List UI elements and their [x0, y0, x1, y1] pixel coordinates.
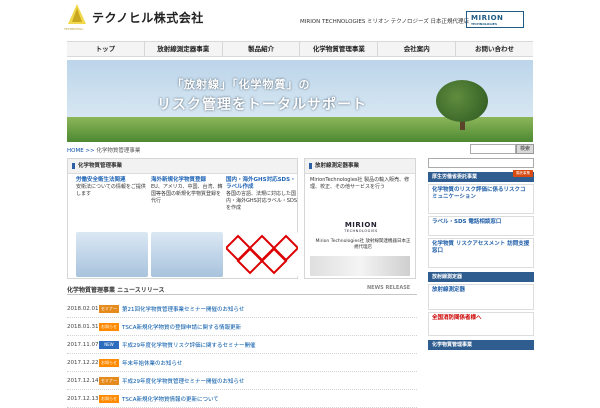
globe-flags-photo — [151, 232, 223, 277]
chem-col-overseas[interactable]: 海外新規化学物質登録 EU、アメリカ、中国、台湾、韓国等各国の新規化学物質登録を… — [151, 177, 223, 277]
nav-company[interactable]: 会社案内 — [378, 42, 457, 56]
sidebar: 厚生労働省委託事業 委託事業 化学物質のリスク評価に係るリスクコミュニケーション… — [428, 158, 534, 398]
news-link[interactable]: TSCA新規化学物質の登録申請に関する情報更新 — [122, 323, 241, 331]
logo-subtext: TECHNOHILL — [64, 27, 84, 31]
sidebar-search-box[interactable] — [428, 158, 534, 168]
radiation-desc: MirionTechnologies社 製品の輸入販売、修理、校正、その他サービ… — [310, 177, 410, 190]
news-subtitle: NEWS RELEASE — [367, 285, 411, 291]
banner-fire[interactable]: 全国消防関係者様へ — [428, 312, 534, 336]
radiation-panel[interactable]: 放射線測定器事業 MirionTechnologies社 製品の輸入販売、修理、… — [304, 158, 416, 279]
chem-col-law-title: 労働安全衛生法関連 — [76, 177, 126, 183]
site-search-input[interactable] — [470, 144, 516, 154]
chem-col-ghs-title: 国内・海外GHS対応SDS・ラベル作成 — [226, 177, 296, 190]
news-link[interactable]: TSCA新規化学物質情報の更新について — [122, 395, 219, 403]
news-title: 化学物質管理事業 ニュースリリース — [67, 287, 165, 294]
hero-headline-1: 「放射線」「化学物質」の — [172, 78, 311, 91]
news-tag: セミナー — [99, 304, 119, 313]
hero-banner: 「放射線」「化学物質」の リスク管理をトータルサポート — [67, 60, 533, 142]
mirion-panel-logo-sub: TECHNOLOGIES — [344, 229, 378, 233]
news-row[interactable]: 2017.11.07 NEW 平成29年度化学物質リスク評価に関するセミナー開催 — [67, 336, 417, 354]
company-logo-icon[interactable] — [66, 3, 88, 27]
news-row[interactable]: 2017.12.22 お知らせ 年末年始休業のお知らせ — [67, 354, 417, 372]
news-divider — [67, 294, 417, 295]
mirion-logo-sub: TECHNOLOGIES — [471, 22, 498, 26]
chem-col-ghs-text: 各国の言語、法規に対応した国内・海外GHS対応ラベル・SDSを作成 — [226, 191, 298, 211]
news-row[interactable]: 2017.12.14 セミナー 平成29年度化学物質管理セミナー開催のお知らせ — [67, 372, 417, 390]
news-link[interactable]: 年末年始休業のお知らせ — [122, 359, 182, 367]
breadcrumb-current: 化学物質管理事業 — [96, 148, 141, 154]
news-date: 2017.11.07 — [67, 341, 99, 348]
hero-headline-2: リスク管理をトータルサポート — [157, 97, 367, 113]
site-search-button[interactable]: 検索 — [516, 144, 534, 154]
breadcrumb-home[interactable]: HOME >> — [67, 148, 95, 154]
mirion-logo[interactable]: MIRION TECHNOLOGIES — [466, 11, 524, 28]
news-date: 2017.12.22 — [67, 359, 99, 366]
radiation-devices-photo — [310, 256, 410, 276]
news-date: 2018.02.01 — [67, 305, 99, 312]
banner-riskcom[interactable]: 化学物質のリスク評価に係るリスクコミュニケーション — [428, 184, 534, 214]
chem-col-ghs[interactable]: 国内・海外GHS対応SDS・ラベル作成 各国の言語、法規に対応した国内・海外GH… — [224, 177, 300, 277]
news-row[interactable]: 2018.01.31 お知らせ TSCA新規化学物質の登録申請に関する情報更新 — [67, 318, 417, 336]
chemical-panel: 化学物質管理事業 労働安全衛生法関連 安衛法についての情報をご提供します 海外新… — [67, 158, 300, 279]
header: テクノヒル株式会社 TECHNOHILL MIRION TECHNOLOGIES… — [0, 0, 600, 40]
radiation-panel-title: 放射線測定器事業 — [305, 159, 415, 174]
radiation-rep: Mirion Technologies社 放射線関連機器日本正規代理店 — [315, 239, 411, 250]
news-row[interactable]: 2018.02.01 セミナー 第21回化学物質管理事業セミナー開催のお知らせ — [67, 300, 417, 318]
sidebar-tab: 委託事業 — [513, 170, 533, 177]
news-date: 2018.01.31 — [67, 323, 99, 330]
chemical-panel-title: 化学物質管理事業 — [68, 159, 297, 174]
workers-photo — [76, 232, 148, 277]
news-list: 2018.02.01 セミナー 第21回化学物質管理事業セミナー開催のお知らせ … — [67, 300, 417, 408]
news-row[interactable]: 2017.12.13 お知らせ TSCA新規化学物質情報の更新について — [67, 390, 417, 408]
main-nav: トップ 放射線測定器事業 製品紹介 化学物質管理事業 会社案内 お問い合わせ — [67, 41, 533, 57]
nav-radiation[interactable]: 放射線測定器事業 — [145, 42, 223, 56]
site-search: 検索 — [470, 144, 534, 154]
news-link[interactable]: 平成29年度化学物質管理セミナー開催のお知らせ — [122, 377, 244, 385]
news-tag: お知らせ — [99, 322, 119, 331]
news-date: 2017.12.13 — [67, 395, 99, 402]
chem-col-law-text: 安衛法についての情報をご提供します — [76, 184, 146, 197]
news-link[interactable]: 平成29年度化学物質リスク評価に関するセミナー開催 — [122, 341, 256, 349]
main-content: 化学物質管理事業 労働安全衛生法関連 安衛法についての情報をご提供します 海外新… — [67, 158, 417, 408]
chem-col-law[interactable]: 労働安全衛生法関連 安衛法についての情報をご提供します — [76, 177, 148, 277]
company-name[interactable]: テクノヒル株式会社 — [92, 9, 204, 26]
news-tag: NEW — [99, 340, 119, 349]
news-link[interactable]: 第21回化学物質管理事業セミナー開催のお知らせ — [122, 305, 244, 313]
header-note: MIRION TECHNOLOGIES ミリオン テクノロジーズ 日本正規代理店 — [300, 19, 469, 25]
chem-col-overseas-title: 海外新規化学物質登録 — [151, 177, 207, 183]
mirion-logo-text: MIRION — [471, 14, 504, 22]
news-tag: セミナー — [99, 376, 119, 385]
mirion-panel-logo-text: MIRION — [344, 221, 378, 229]
ghs-hazard-icons — [224, 232, 300, 277]
chem-col-overseas-text: EU、アメリカ、中国、台湾、韓国等各国の新規化学物質登録を代行 — [151, 184, 223, 204]
banner-risk-assessment[interactable]: 化学物質 リスクアセスメント 訪問支援窓口 — [428, 238, 534, 268]
news-date: 2017.12.14 — [67, 377, 99, 384]
banner-radiation[interactable]: 放射線測定器 — [428, 284, 534, 310]
nav-products[interactable]: 製品紹介 — [223, 42, 301, 56]
hero-tree-icon — [436, 80, 488, 122]
sidebar-head-radiation: 放射線測定器 — [428, 272, 534, 282]
nav-contact[interactable]: お問い合わせ — [456, 42, 533, 56]
news-tag: お知らせ — [99, 394, 119, 403]
banner-sds-phone[interactable]: ラベル・SDS 電話相談窓口 — [428, 216, 534, 236]
breadcrumb: HOME >> 化学物質管理事業 — [67, 146, 140, 154]
nav-chemical[interactable]: 化学物質管理事業 — [300, 42, 379, 56]
nav-top[interactable]: トップ — [67, 42, 145, 56]
sidebar-head-chemical: 化学物質管理事業 — [428, 340, 534, 350]
news-tag: お知らせ — [99, 358, 119, 367]
